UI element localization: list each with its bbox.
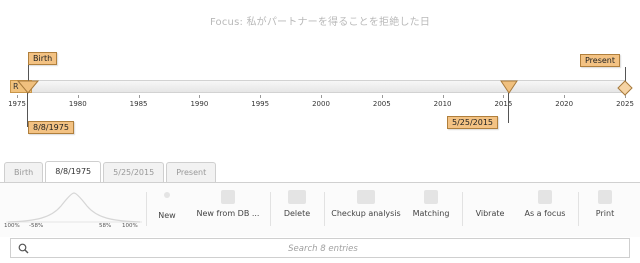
distribution-label-left-max: 100% <box>4 223 20 229</box>
axis-tick <box>138 95 140 98</box>
axis-tick <box>17 95 18 98</box>
new-button[interactable]: New <box>152 190 182 220</box>
tab-focus-date[interactable]: 8/8/1975 <box>45 161 102 183</box>
present-marker-diamond[interactable] <box>617 80 633 96</box>
focus-icon <box>538 190 552 204</box>
new-label: New <box>158 211 176 220</box>
axis-year-label: 1995 <box>251 100 270 108</box>
print-icon <box>598 190 612 204</box>
toolbar-separator <box>462 192 463 226</box>
axis-year-label: 1990 <box>190 100 209 108</box>
birth-marker-triangle[interactable] <box>17 80 39 94</box>
axis-year-label: 1980 <box>68 100 87 108</box>
new-icon <box>164 192 170 198</box>
distribution-label-right: 58% <box>99 223 112 229</box>
axis-year-label: 2015 <box>494 100 513 108</box>
event-marker-triangle[interactable] <box>500 80 518 94</box>
focus-label: As a focus <box>524 209 566 218</box>
search-icon <box>18 243 29 254</box>
matching-button[interactable]: Matching <box>408 190 454 218</box>
checkup-analysis-button[interactable]: Checkup analysis <box>330 190 402 218</box>
as-a-focus-button[interactable]: As a focus <box>520 190 570 218</box>
vibrate-icon <box>483 190 497 204</box>
axis-tick <box>321 95 322 98</box>
search-input[interactable] <box>41 239 605 259</box>
matching-label: Matching <box>412 209 450 218</box>
axis-tick <box>503 95 505 98</box>
print-button[interactable]: Print <box>588 190 622 218</box>
axis-tick <box>381 95 383 98</box>
axis-tick <box>199 95 201 98</box>
toolbar-separator <box>324 192 325 226</box>
axis-tick <box>442 95 444 98</box>
axis-year-label: 1985 <box>129 100 148 108</box>
vibrate-button[interactable]: Vibrate <box>470 190 510 218</box>
search-bar <box>10 238 630 259</box>
axis-year-label: 2025 <box>616 100 634 108</box>
toolbar-separator <box>270 192 271 226</box>
axis-year-label: 2000 <box>312 100 330 108</box>
date-tabs: Birth 8/8/1975 5/25/2015 Present <box>4 161 218 183</box>
delete-icon <box>288 190 306 204</box>
toolbar-separator <box>146 192 147 226</box>
new-from-db-label: New from DB ... <box>196 209 260 218</box>
new-from-db-button[interactable]: New from DB ... <box>192 190 264 218</box>
present-marker-label[interactable]: Present <box>580 54 621 67</box>
focus-date-marker-label[interactable]: 8/8/1975 <box>28 121 74 134</box>
distribution-label-left: -58% <box>29 223 44 229</box>
event-marker-line <box>508 93 509 123</box>
matching-icon <box>424 190 438 204</box>
birth-marker-line <box>28 65 29 81</box>
tab-event-date[interactable]: 5/25/2015 <box>103 162 165 183</box>
focus-title: Focus: 私がパートナーを得ることを拒絶した日 <box>209 17 431 28</box>
toolbar-separator <box>578 192 579 226</box>
event-marker-label[interactable]: 5/25/2015 <box>447 116 499 129</box>
distribution-label-right-max: 100% <box>122 223 138 229</box>
checkup-icon <box>357 190 375 204</box>
distribution-curve <box>6 192 142 223</box>
database-icon <box>221 190 235 204</box>
axis-year-label: 2020 <box>555 100 574 108</box>
timeline-track[interactable] <box>14 80 626 93</box>
axis-tick <box>77 95 79 98</box>
tab-present[interactable]: Present <box>166 162 217 183</box>
axis-year-label: 2010 <box>433 100 452 108</box>
birth-marker-label[interactable]: Birth <box>28 52 58 65</box>
vibrate-label: Vibrate <box>475 209 505 218</box>
axis-tick <box>260 95 262 98</box>
tab-birth[interactable]: Birth <box>4 162 44 183</box>
axis-year-label: 2005 <box>372 100 391 108</box>
delete-button[interactable]: Delete <box>278 190 316 218</box>
print-label: Print <box>595 209 615 218</box>
axis-tick <box>564 95 566 98</box>
checkup-label: Checkup analysis <box>331 209 401 218</box>
delete-label: Delete <box>283 209 311 218</box>
